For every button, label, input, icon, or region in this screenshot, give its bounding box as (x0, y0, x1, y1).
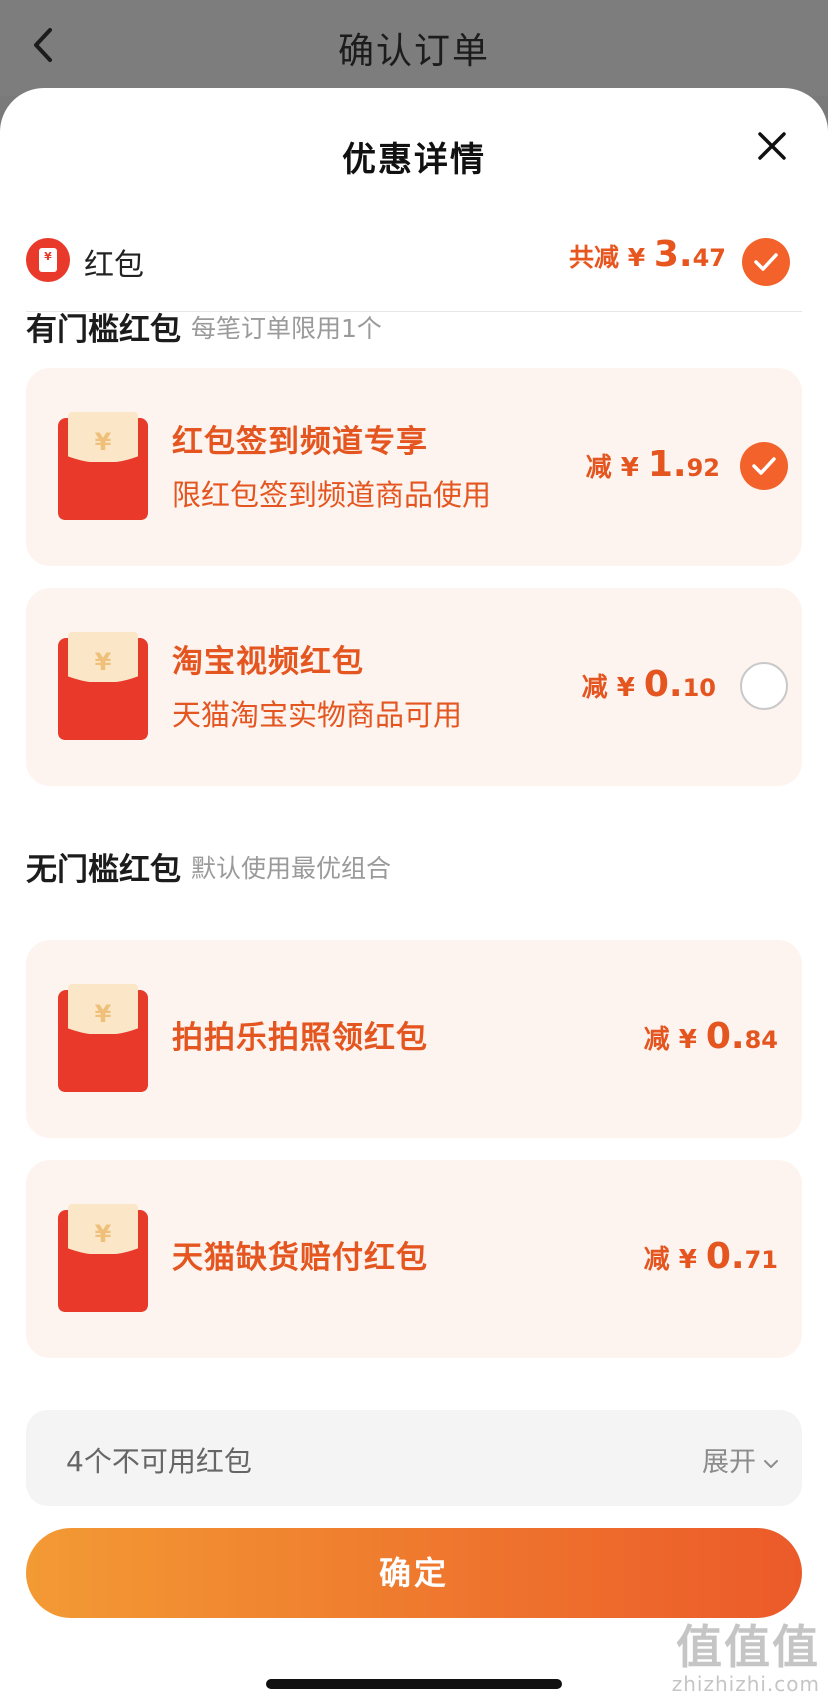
envelope-icon: ¥ (58, 632, 148, 740)
coupon-card: ¥ 拍拍乐拍照领红包 减 ¥ 0.84 (26, 940, 802, 1138)
coupon-title: 淘宝视频红包 (172, 644, 364, 680)
coupon-title: 拍拍乐拍照领红包 (172, 1020, 428, 1056)
coupon-title: 红包签到频道专享 (172, 424, 428, 460)
expand-button[interactable]: 展开 (702, 1440, 780, 1479)
watermark-logo: 值值值 zhizhizhi.com (671, 1620, 820, 1696)
svg-text:¥: ¥ (95, 1000, 112, 1028)
coupon-card[interactable]: ¥ 红包签到频道专享 限红包签到频道商品使用 减 ¥ 1.92 (26, 368, 802, 566)
page-title: 确认订单 (337, 31, 490, 72)
check-icon[interactable] (740, 442, 788, 490)
confirm-button[interactable]: 确定 (26, 1528, 802, 1618)
coupon-amount: 减 ¥ 1.92 (585, 444, 720, 485)
coupon-amount: 减 ¥ 0.84 (643, 1016, 778, 1057)
close-icon[interactable] (756, 130, 788, 162)
svg-text:¥: ¥ (95, 648, 112, 676)
coupon-card[interactable]: ¥ 淘宝视频红包 天猫淘宝实物商品可用 减 ¥ 0.10 (26, 588, 802, 786)
envelope-icon: ¥ (58, 412, 148, 520)
svg-text:¥: ¥ (95, 1220, 112, 1248)
section-note: 默认使用最优组合 (191, 853, 392, 883)
summary-check-icon[interactable] (742, 238, 790, 286)
coupon-card: ¥ 天猫缺货赔付红包 减 ¥ 0.71 (26, 1160, 802, 1358)
radio-unchecked-icon[interactable] (740, 662, 788, 710)
envelope-icon: ¥ (58, 984, 148, 1092)
hongbao-summary-row[interactable]: ¥ 红包 共减 ¥ 3.47 (26, 226, 802, 312)
coupon-amount: 减 ¥ 0.71 (643, 1236, 778, 1277)
section-note: 每笔订单限用1个 (191, 313, 382, 343)
section-title: 无门槛红包 (26, 852, 181, 888)
page-nav-bar: 确认订单 (0, 0, 828, 96)
svg-text:¥: ¥ (95, 428, 112, 456)
sheet-title: 优惠详情 (342, 140, 486, 180)
coupon-amount: 减 ¥ 0.10 (581, 664, 716, 705)
home-indicator (266, 1679, 562, 1689)
coupon-title: 天猫缺货赔付红包 (172, 1240, 428, 1276)
unavailable-hongbao-row[interactable]: 4个不可用红包 展开 (26, 1410, 802, 1506)
section-threshold: 有门槛红包 每笔订单限用1个 (26, 304, 382, 349)
unavailable-label: 4个不可用红包 (66, 1445, 252, 1478)
envelope-icon: ¥ (58, 1204, 148, 1312)
summary-total-discount: 共减 ¥ 3.47 (569, 234, 726, 275)
summary-label: 红包 (84, 248, 144, 283)
discount-sheet: 优惠详情 ¥ 红包 共减 ¥ 3.47 有门槛红包 每笔订单限用1个 ¥ 红包签到… (0, 88, 828, 1704)
coupon-desc: 天猫淘宝实物商品可用 (172, 698, 463, 732)
chevron-down-icon (764, 1459, 778, 1468)
section-no-threshold: 无门槛红包 默认使用最优组合 (26, 844, 391, 889)
section-title: 有门槛红包 (26, 312, 181, 348)
coupon-desc: 限红包签到频道商品使用 (172, 478, 492, 512)
hongbao-icon: ¥ (26, 238, 70, 282)
